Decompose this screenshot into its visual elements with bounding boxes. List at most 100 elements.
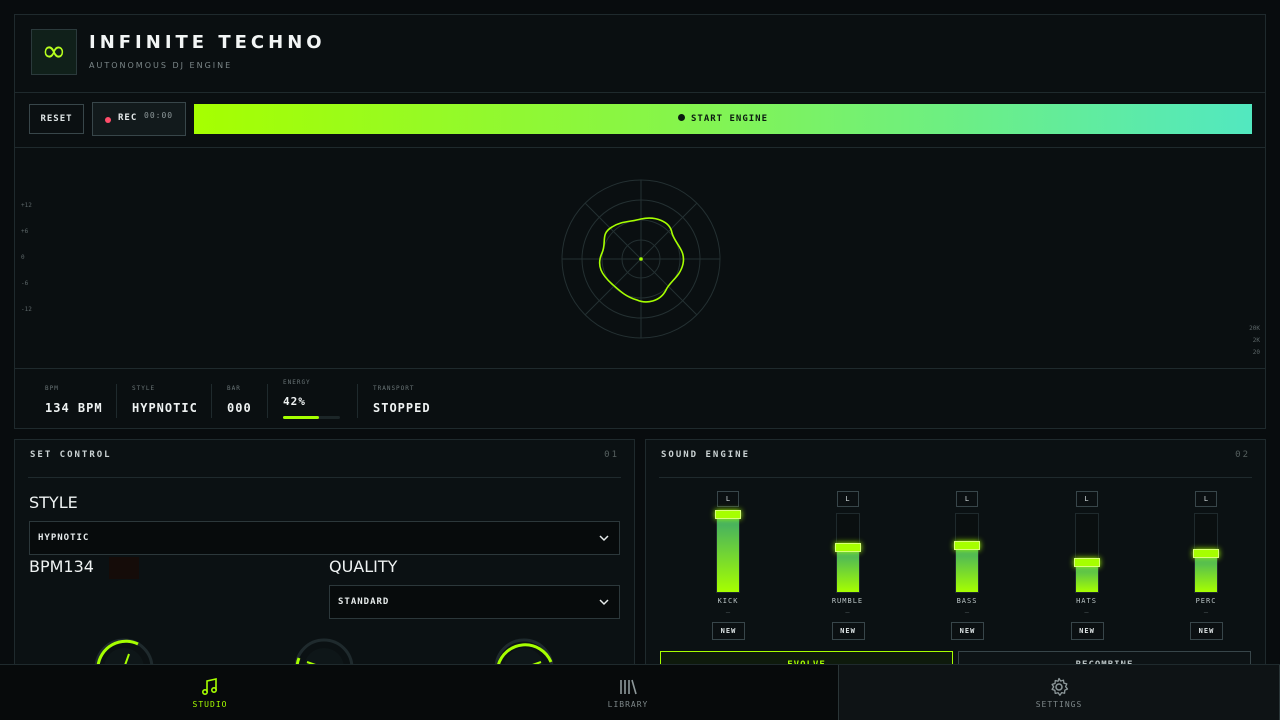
channel-fader-fill bbox=[836, 547, 859, 592]
style-field-label: STYLE bbox=[29, 493, 78, 512]
channel-fader-handle[interactable] bbox=[954, 541, 980, 550]
style-select[interactable]: HYPNOTIC bbox=[29, 521, 620, 555]
mixer-channel-perc: L PERC — NEW bbox=[1179, 490, 1239, 640]
start-engine-label: START ENGINE bbox=[690, 114, 769, 124]
channel-name: HATS bbox=[1076, 597, 1097, 605]
transport-stat-value: STOPPED bbox=[373, 401, 431, 415]
panel-divider bbox=[659, 477, 1252, 478]
energy-meter bbox=[283, 416, 340, 419]
channel-new-button[interactable]: NEW bbox=[712, 622, 745, 640]
chevron-down-icon bbox=[599, 535, 609, 542]
channel-status: — bbox=[964, 608, 970, 616]
record-label: REC bbox=[118, 113, 138, 123]
nav-tab-settings[interactable]: SETTINGS bbox=[838, 665, 1280, 720]
channel-fader[interactable] bbox=[1193, 513, 1219, 593]
stat-divider bbox=[357, 384, 358, 418]
record-dot-icon bbox=[105, 117, 111, 123]
sound-engine-panel: SOUND ENGINE 02 L KICK — NEW L RUMBLE — NEW L BAS… bbox=[645, 439, 1266, 679]
quality-select[interactable]: STANDARD bbox=[329, 585, 620, 619]
quality-select-value: STANDARD bbox=[338, 597, 390, 607]
freq-label: 20 bbox=[1252, 349, 1260, 356]
nav-label-studio: STUDIO bbox=[192, 700, 228, 709]
sound-engine-number: 02 bbox=[1235, 450, 1250, 460]
mixer-channel-hats: L HATS — NEW bbox=[1060, 490, 1120, 640]
panel-divider bbox=[28, 477, 621, 478]
stat-divider bbox=[267, 384, 268, 418]
reset-button[interactable]: RESET bbox=[29, 104, 84, 134]
db-label: -6 bbox=[21, 280, 29, 287]
channel-status: — bbox=[1084, 608, 1089, 616]
energy-stat-value: 42% bbox=[283, 395, 306, 408]
infinity-logo-icon: ∞ bbox=[31, 29, 77, 75]
channel-fader[interactable] bbox=[1073, 513, 1100, 593]
bpm-stat-label: BPM bbox=[45, 385, 59, 392]
channel-mode-button[interactable]: L bbox=[1195, 491, 1217, 507]
stat-divider bbox=[116, 384, 117, 418]
channel-fader-handle[interactable] bbox=[834, 543, 861, 552]
nav-tab-library[interactable]: LIBRARY bbox=[418, 665, 838, 720]
db-label: +12 bbox=[21, 202, 32, 209]
power-dot-icon bbox=[677, 114, 685, 121]
bpm-stat-value: 134 BPM bbox=[45, 401, 103, 415]
transport-stat-label: TRANSPORT bbox=[373, 385, 415, 392]
channel-fader[interactable] bbox=[834, 513, 861, 593]
stat-divider bbox=[211, 384, 212, 418]
radial-spectrum bbox=[561, 179, 721, 339]
quality-field-label: QUALITY bbox=[329, 557, 398, 576]
style-stat-value: HYPNOTIC bbox=[132, 401, 198, 415]
nav-tab-studio[interactable]: STUDIO bbox=[0, 665, 420, 720]
channel-mode-button[interactable]: L bbox=[1075, 491, 1098, 507]
channel-new-button[interactable]: NEW bbox=[1070, 622, 1104, 640]
channel-name: BASS bbox=[956, 597, 978, 605]
channel-fader-handle[interactable] bbox=[1073, 558, 1100, 567]
record-button[interactable]: REC 00:00 bbox=[92, 102, 186, 136]
start-engine-button[interactable]: START ENGINE bbox=[194, 104, 1252, 134]
record-timer: 00:00 bbox=[144, 111, 174, 120]
bottom-navigation: STUDIO LIBRARY SETTINGS bbox=[0, 664, 1280, 720]
channel-mode-button[interactable]: L bbox=[717, 491, 739, 507]
nav-label-settings: SETTINGS bbox=[1035, 700, 1083, 709]
db-label: 0 bbox=[21, 254, 25, 261]
channel-fader-handle[interactable] bbox=[715, 510, 741, 519]
channel-fader-fill bbox=[956, 545, 978, 592]
energy-stat-label: ENERGY bbox=[283, 379, 311, 386]
app-header: ∞ INFINITE TECHNO AUTONOMOUS DJ ENGINE bbox=[15, 15, 1265, 93]
mixer-channel-rumble: L RUMBLE — NEW bbox=[821, 490, 881, 640]
channel-new-button[interactable]: NEW bbox=[951, 622, 984, 640]
transport-toolbar: RESET REC 00:00 START ENGINE bbox=[15, 93, 1265, 148]
channel-name: KICK bbox=[717, 597, 739, 605]
nav-label-library: LIBRARY bbox=[607, 700, 649, 709]
set-control-title: SET CONTROL bbox=[30, 450, 112, 460]
channel-new-button[interactable]: NEW bbox=[831, 622, 865, 640]
freq-label: 20K bbox=[1249, 325, 1260, 332]
channel-fader-fill bbox=[717, 514, 739, 592]
set-control-panel: SET CONTROL 01 STYLE HYPNOTIC BPM134 QUA… bbox=[14, 439, 635, 679]
db-label: -12 bbox=[21, 306, 32, 313]
energy-meter-fill bbox=[283, 416, 319, 419]
bpm-input[interactable] bbox=[109, 557, 139, 579]
style-stat-label: STYLE bbox=[132, 385, 156, 392]
set-control-number: 01 bbox=[604, 450, 619, 460]
app-title: INFINITE TECHNO bbox=[89, 32, 326, 53]
channel-fader[interactable] bbox=[715, 510, 741, 593]
channel-fader-handle[interactable] bbox=[1193, 549, 1219, 558]
channel-fader[interactable] bbox=[954, 513, 980, 593]
library-icon bbox=[620, 679, 637, 695]
channel-mode-button[interactable]: L bbox=[956, 491, 978, 507]
mixer-channel-bass: L BASS — NEW bbox=[940, 490, 1000, 640]
mixer-channel-kick: L KICK — NEW bbox=[701, 490, 761, 640]
channel-mode-button[interactable]: L bbox=[836, 491, 859, 507]
gear-icon bbox=[1051, 677, 1069, 696]
channel-status: — bbox=[845, 608, 850, 616]
channel-fader-fill bbox=[1195, 553, 1217, 592]
audio-visualizer: +12 +6 0 -6 -12 20K 2K 20 bbox=[15, 148, 1265, 368]
channel-new-button[interactable]: NEW bbox=[1190, 622, 1223, 640]
freq-label: 2K bbox=[1252, 337, 1260, 344]
bar-stat-label: BAR bbox=[227, 385, 241, 392]
master-panel: ∞ INFINITE TECHNO AUTONOMOUS DJ ENGINE R… bbox=[14, 14, 1266, 429]
channel-status: — bbox=[1203, 608, 1209, 616]
style-select-value: HYPNOTIC bbox=[38, 533, 90, 543]
sound-engine-title: SOUND ENGINE bbox=[661, 450, 751, 460]
stats-bar: BPM 134 BPM STYLE HYPNOTIC BAR 000 ENERG… bbox=[15, 368, 1265, 429]
chevron-down-icon bbox=[599, 599, 609, 606]
